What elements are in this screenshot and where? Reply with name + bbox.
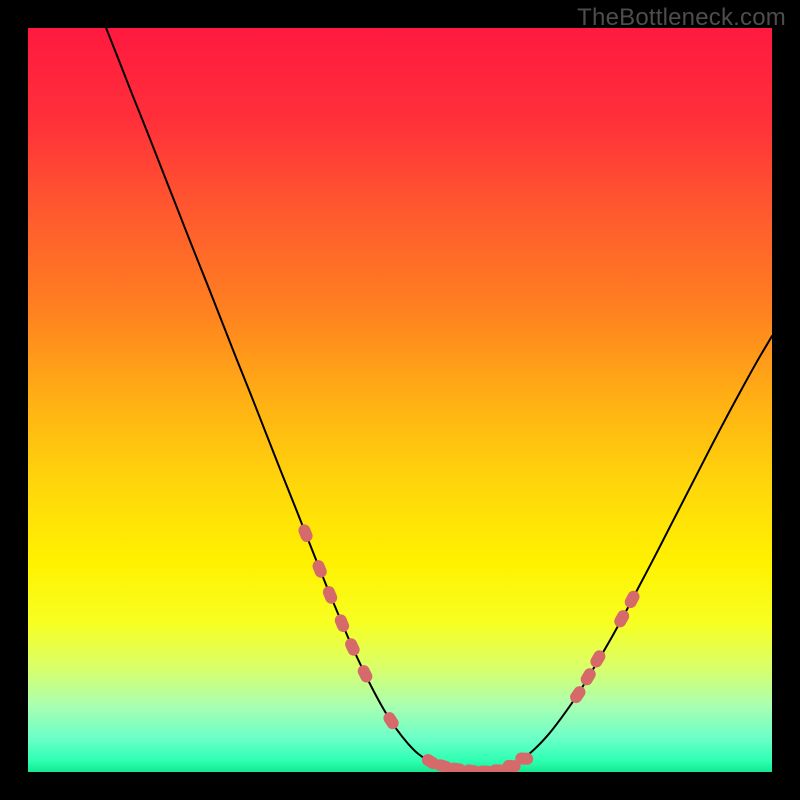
data-marker bbox=[311, 558, 329, 579]
data-marker bbox=[321, 584, 339, 605]
data-marker bbox=[356, 663, 375, 684]
data-marker bbox=[343, 636, 362, 657]
data-markers bbox=[297, 523, 642, 772]
data-marker bbox=[297, 523, 315, 544]
data-marker bbox=[333, 613, 351, 634]
chart-frame: TheBottleneck.com bbox=[0, 0, 800, 800]
watermark-text: TheBottleneck.com bbox=[577, 4, 786, 32]
curve-right-branch bbox=[489, 336, 772, 772]
data-marker bbox=[568, 684, 588, 706]
data-marker bbox=[612, 608, 631, 630]
data-marker bbox=[515, 752, 534, 765]
data-marker bbox=[623, 589, 642, 611]
curve-layer bbox=[28, 28, 772, 772]
plot-area bbox=[28, 28, 772, 772]
data-marker bbox=[381, 710, 401, 732]
data-marker bbox=[578, 666, 598, 688]
curve-left-branch bbox=[106, 28, 489, 772]
